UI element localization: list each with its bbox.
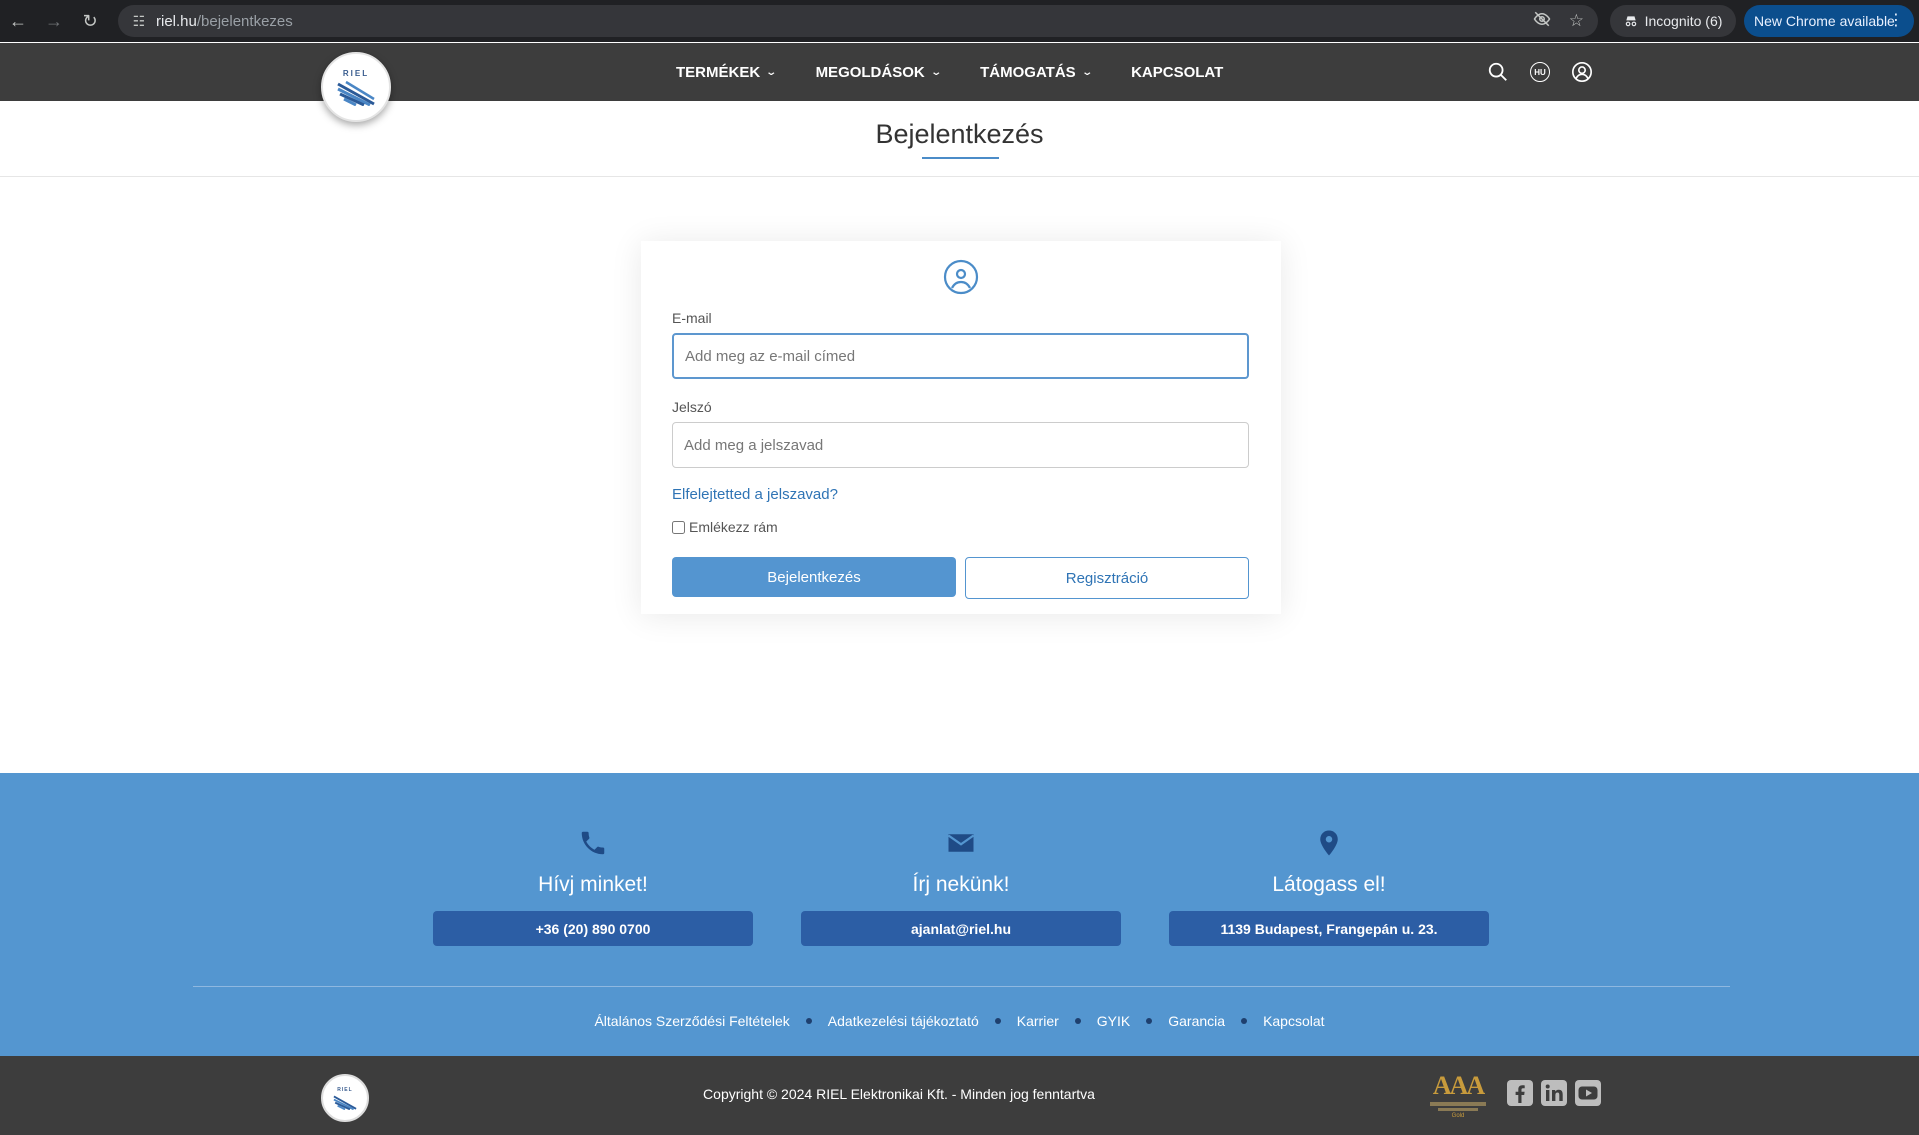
footer-link-warranty[interactable]: Garancia bbox=[1168, 1013, 1225, 1029]
contact-phone-button[interactable]: +36 (20) 890 0700 bbox=[433, 911, 753, 946]
forgot-password-link[interactable]: Elfelejtetted a jelszavad? bbox=[672, 486, 838, 503]
contact-title: Látogass el! bbox=[1272, 873, 1386, 896]
facebook-icon[interactable] bbox=[1506, 1079, 1534, 1107]
login-card: E-mail Jelszó Elfelejtetted a jelszavad?… bbox=[641, 241, 1281, 614]
remember-me-label: Emlékezz rám bbox=[689, 519, 778, 535]
aaa-badge: AAA Gold bbox=[1427, 1073, 1489, 1123]
nav-item-tamogatas[interactable]: TÁMOGATÁS ⌄ bbox=[980, 63, 1093, 81]
nav-label: KAPCSOLAT bbox=[1131, 63, 1224, 81]
nav-item-kapcsolat[interactable]: KAPCSOLAT bbox=[1131, 64, 1223, 81]
footer-link-privacy[interactable]: Adatkezelési tájékoztató bbox=[828, 1013, 979, 1029]
incognito-icon bbox=[1625, 16, 1636, 27]
contact-title: Írj nekünk! bbox=[912, 873, 1010, 896]
logo-text: RIEL bbox=[342, 68, 370, 78]
footer-link-aszf[interactable]: Általános Szerződési Feltételek bbox=[594, 1013, 789, 1029]
site-settings-icon[interactable]: ☷ bbox=[122, 5, 156, 37]
separator-dot bbox=[1074, 1018, 1081, 1024]
phone-icon bbox=[581, 831, 605, 855]
nav-label: MEGOLDÁSOK bbox=[815, 63, 925, 81]
aaa-text: AAA bbox=[1432, 1071, 1485, 1100]
search-icon[interactable] bbox=[1487, 61, 1509, 83]
contact-title: Hívj minket! bbox=[538, 873, 648, 896]
main-nav: TERMÉKEK ⌄ MEGOLDÁSOK ⌄ TÁMOGATÁS ⌄ KAPC… bbox=[676, 43, 1223, 101]
youtube-icon[interactable] bbox=[1574, 1079, 1602, 1107]
footer-link-contact[interactable]: Kapcsolat bbox=[1263, 1013, 1324, 1029]
remember-me[interactable]: Emlékezz rám bbox=[672, 519, 778, 535]
more-menu-icon[interactable]: ⋮ bbox=[1888, 10, 1904, 30]
user-circle-icon bbox=[943, 259, 979, 295]
forward-icon[interactable]: → bbox=[36, 0, 72, 42]
envelope-icon bbox=[947, 834, 975, 852]
language-code: HU bbox=[1530, 62, 1550, 82]
email-field[interactable] bbox=[672, 333, 1249, 379]
footer-bottom: RIEL Copyright © 2024 RIEL Elektronikai … bbox=[0, 1056, 1919, 1135]
social-links bbox=[1506, 1079, 1602, 1107]
reload-icon[interactable]: ↻ bbox=[72, 0, 108, 42]
separator-dot bbox=[805, 1018, 812, 1024]
footer-link-career[interactable]: Karrier bbox=[1017, 1013, 1059, 1029]
separator-dot bbox=[994, 1018, 1001, 1024]
linkedin-icon[interactable] bbox=[1540, 1079, 1568, 1107]
nav-label: TÁMOGATÁS bbox=[980, 63, 1076, 81]
map-pin-icon bbox=[1320, 830, 1338, 856]
page-title: Bejelentkezés bbox=[875, 119, 1044, 149]
title-band: Bejelentkezés bbox=[0, 101, 1919, 177]
chevron-down-icon: ⌄ bbox=[765, 66, 778, 78]
nav-item-termekek[interactable]: TERMÉKEK ⌄ bbox=[676, 63, 778, 81]
footer-link-faq[interactable]: GYIK bbox=[1097, 1013, 1130, 1029]
chevron-down-icon: ⌄ bbox=[930, 66, 942, 78]
email-label: E-mail bbox=[672, 310, 712, 326]
site-logo[interactable]: RIEL bbox=[321, 52, 391, 122]
password-label: Jelszó bbox=[672, 399, 712, 415]
badge-gold: Gold bbox=[1451, 1113, 1465, 1119]
eye-off-icon[interactable] bbox=[1533, 10, 1551, 33]
register-button[interactable]: Regisztráció bbox=[965, 557, 1249, 599]
header-icons: HU bbox=[1487, 43, 1593, 101]
separator-dot bbox=[1146, 1018, 1153, 1024]
account-icon[interactable] bbox=[1571, 61, 1593, 83]
title-underline bbox=[922, 157, 999, 159]
badge-line bbox=[1438, 1108, 1478, 1111]
footer-divider bbox=[193, 986, 1730, 987]
login-button[interactable]: Bejelentkezés bbox=[672, 557, 956, 597]
update-chrome-button[interactable]: New Chrome available ⋮ bbox=[1744, 5, 1914, 37]
url-text[interactable]: riel.hu/bejelentkezes bbox=[156, 13, 293, 30]
bookmark-star-icon[interactable]: ☆ bbox=[1569, 11, 1584, 31]
incognito-indicator[interactable]: Incognito (6) bbox=[1610, 5, 1736, 37]
badge-line bbox=[1430, 1102, 1486, 1106]
contact-address-button[interactable]: 1139 Budapest, Frangepán u. 23. bbox=[1169, 911, 1489, 946]
separator-dot bbox=[1241, 1018, 1248, 1024]
footer-links: Általános Szerződési Feltételek Adatkeze… bbox=[0, 1013, 1919, 1029]
update-label: New Chrome available bbox=[1754, 13, 1895, 29]
nav-label: TERMÉKEK bbox=[676, 63, 761, 81]
footer-contacts: Hívj minket! +36 (20) 890 0700 Írj nekün… bbox=[0, 773, 1919, 1056]
incognito-label: Incognito (6) bbox=[1644, 13, 1723, 29]
remember-me-checkbox[interactable] bbox=[672, 520, 685, 534]
contact-email-button[interactable]: ajanlat@riel.hu bbox=[801, 911, 1121, 946]
language-icon[interactable]: HU bbox=[1529, 61, 1551, 83]
chevron-down-icon: ⌄ bbox=[1080, 66, 1093, 78]
back-icon[interactable]: ← bbox=[0, 0, 36, 42]
nav-item-megoldasok[interactable]: MEGOLDÁSOK ⌄ bbox=[815, 63, 942, 81]
password-field[interactable] bbox=[672, 422, 1249, 468]
address-bar[interactable]: ☷ riel.hu/bejelentkezes ☆ bbox=[118, 5, 1598, 37]
logo-rays-icon bbox=[337, 80, 375, 106]
